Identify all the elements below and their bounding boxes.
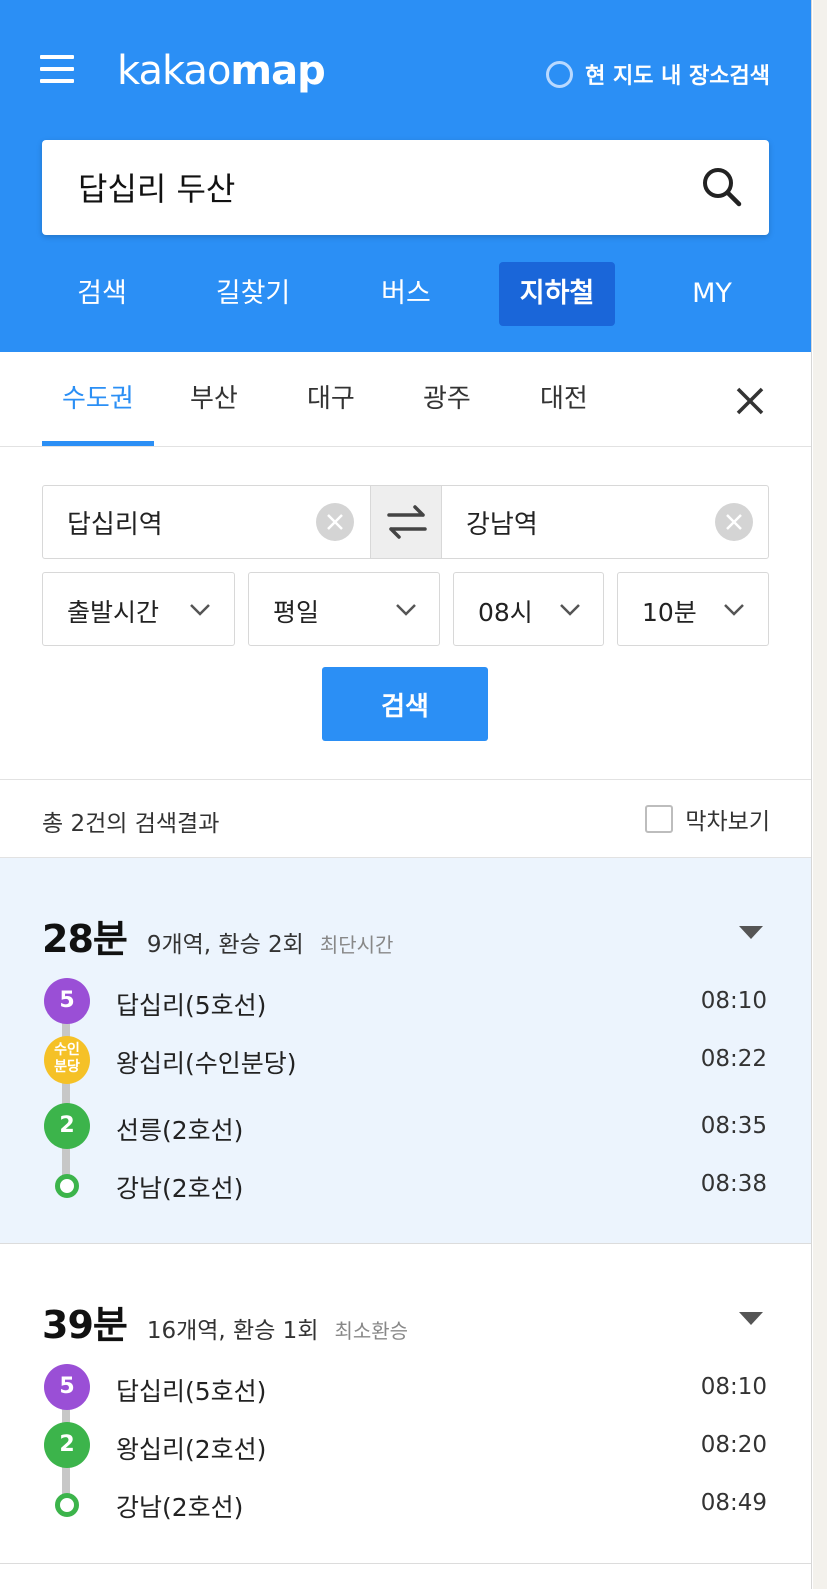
line-2-badge: 2 — [44, 1422, 90, 1468]
chevron-down-icon — [396, 604, 416, 616]
route-stop: 2 선릉(2호선) 08:35 — [0, 1101, 811, 1151]
line-2-badge: 2 — [44, 1103, 90, 1149]
route-stop: 수인 분당 왕십리(수인분당) 08:22 — [0, 1034, 811, 1084]
main-tabs: 검색 길찾기 버스 지하철 MY — [0, 262, 811, 328]
route-search-button[interactable]: 검색 — [322, 667, 488, 741]
map-view-edge[interactable] — [813, 0, 827, 1589]
expand-icon[interactable] — [738, 924, 764, 940]
map-area-search-label: 현 지도 내 장소검색 — [585, 64, 770, 89]
stop-name: 왕십리(수인분당) — [116, 1049, 297, 1078]
route-stop: 강남(2호선) 08:49 — [0, 1478, 811, 1528]
stop-time: 08:49 — [700, 1490, 767, 1516]
clear-origin-icon[interactable] — [316, 503, 354, 541]
route-info: 16개역, 환승 1회 — [146, 1318, 319, 1344]
swap-stations-icon[interactable] — [370, 486, 442, 558]
last-train-checkbox[interactable]: 막차보기 — [645, 802, 770, 836]
sidebar-panel: kakaomap 현 지도 내 장소검색 검색 길찾기 버스 지하철 MY 수도… — [0, 0, 812, 1589]
stop-name: 선릉(2호선) — [116, 1116, 244, 1145]
route-line — [62, 1002, 70, 1184]
results-count: 총 2건의 검색결과 — [42, 811, 220, 837]
logo-map: map — [230, 48, 325, 94]
route-info: 9개역, 환승 2회 — [146, 932, 304, 958]
region-tab-capital[interactable]: 수도권 — [62, 378, 134, 415]
checkbox-icon[interactable] — [645, 805, 674, 833]
hour-select[interactable]: 08시 — [453, 572, 604, 646]
stop-name: 답십리(5호선) — [116, 1377, 267, 1406]
logo-kakao: kakao — [117, 48, 231, 94]
tab-bus[interactable]: 버스 — [356, 262, 456, 326]
region-tab-daegu[interactable]: 대구 — [307, 378, 355, 415]
route-stop: 2 왕십리(2호선) 08:20 — [0, 1420, 811, 1470]
route-stop: 5 답십리(5호선) 08:10 — [0, 976, 811, 1026]
stop-name: 강남(2호선) — [116, 1493, 244, 1522]
stop-name: 답십리(5호선) — [116, 991, 267, 1020]
active-tab-indicator — [42, 441, 154, 446]
station-selector — [42, 485, 769, 559]
route-card[interactable]: 39분 16개역, 환승 1회 최소환승 5 답십리(5호선) 08:10 2 … — [0, 1244, 811, 1564]
destination-dot-icon — [55, 1493, 79, 1517]
route-stop: 강남(2호선) 08:38 — [0, 1159, 811, 1209]
expand-icon[interactable] — [738, 1310, 764, 1326]
radio-icon[interactable] — [546, 60, 574, 88]
line-suin-bundang-badge: 수인 분당 — [44, 1036, 90, 1084]
day-type-select[interactable]: 평일 — [248, 572, 440, 646]
region-tabs: 수도권 부산 대구 광주 대전 — [0, 352, 811, 447]
route-duration: 28분 — [42, 917, 128, 961]
region-tab-gwangju[interactable]: 광주 — [423, 378, 471, 415]
stop-time: 08:10 — [700, 1374, 767, 1400]
time-type-value: 출발시간 — [67, 598, 160, 627]
stop-time: 08:38 — [700, 1171, 767, 1197]
clear-destination-icon[interactable] — [715, 503, 753, 541]
tab-my[interactable]: MY — [664, 262, 760, 326]
close-icon[interactable] — [733, 384, 767, 418]
tab-subway[interactable]: 지하철 — [499, 262, 615, 326]
results-header: 총 2건의 검색결과 막차보기 — [0, 779, 811, 858]
destination-input[interactable] — [466, 502, 686, 542]
route-card[interactable]: 28분 9개역, 환승 2회 최단시간 5 답십리(5호선) 08:10 수인 분… — [0, 858, 811, 1244]
header: kakaomap 현 지도 내 장소검색 검색 길찾기 버스 지하철 MY — [0, 0, 811, 352]
line-5-badge: 5 — [44, 1364, 90, 1410]
time-type-select[interactable]: 출발시간 — [42, 572, 235, 646]
tab-directions[interactable]: 길찾기 — [190, 262, 316, 326]
region-tab-busan[interactable]: 부산 — [190, 378, 238, 415]
hour-value: 08시 — [478, 598, 533, 627]
stop-time: 08:22 — [700, 1046, 767, 1072]
search-icon[interactable] — [699, 164, 745, 210]
day-type-value: 평일 — [273, 598, 320, 627]
region-tab-daejeon[interactable]: 대전 — [540, 378, 588, 415]
logo[interactable]: kakaomap — [117, 46, 326, 96]
stop-time: 08:20 — [700, 1432, 767, 1458]
stop-name: 왕십리(2호선) — [116, 1435, 267, 1464]
route-summary: 28분 9개역, 환승 2회 최단시간 — [42, 908, 393, 963]
chevron-down-icon — [560, 604, 580, 616]
destination-field — [442, 486, 768, 558]
origin-input[interactable] — [67, 502, 287, 542]
search-box — [42, 140, 769, 235]
search-input[interactable] — [78, 162, 678, 212]
minute-select[interactable]: 10분 — [617, 572, 769, 646]
map-area-search-toggle[interactable]: 현 지도 내 장소검색 — [546, 58, 770, 90]
stop-name: 강남(2호선) — [116, 1174, 244, 1203]
chevron-down-icon — [724, 604, 744, 616]
route-summary: 39분 16개역, 환승 1회 최소환승 — [42, 1294, 408, 1349]
stop-time: 08:10 — [700, 988, 767, 1014]
route-tag: 최소환승 — [334, 1319, 409, 1343]
destination-dot-icon — [55, 1174, 79, 1198]
minute-value: 10분 — [642, 598, 697, 627]
last-train-label: 막차보기 — [685, 809, 770, 835]
route-duration: 39분 — [42, 1303, 128, 1347]
line-5-badge: 5 — [44, 978, 90, 1024]
tab-search[interactable]: 검색 — [52, 262, 152, 326]
chevron-down-icon — [190, 604, 210, 616]
origin-field — [43, 486, 370, 558]
route-stop: 5 답십리(5호선) 08:10 — [0, 1362, 811, 1412]
route-tag: 최단시간 — [319, 933, 394, 957]
stop-time: 08:35 — [700, 1113, 767, 1139]
menu-icon[interactable] — [40, 55, 76, 85]
